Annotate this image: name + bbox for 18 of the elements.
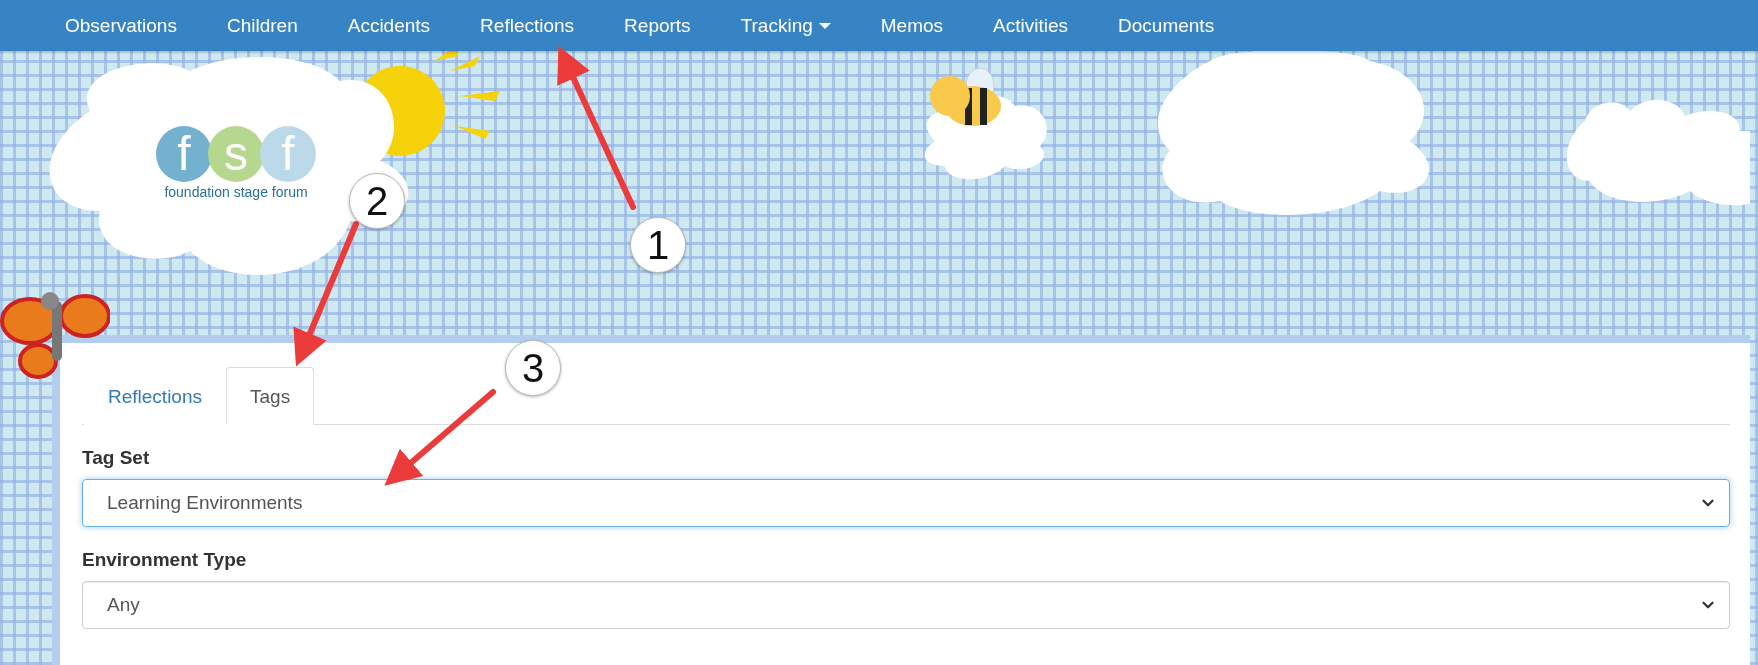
nav-link[interactable]: Accidents [322, 14, 456, 37]
field-label: Tag Set [82, 447, 151, 469]
nav-link[interactable]: Children [201, 14, 323, 37]
select-field[interactable]: Learning Environments [82, 479, 1730, 527]
nav-link[interactable]: Tracking [715, 14, 856, 37]
nav-link[interactable]: Reports [599, 14, 716, 37]
nav-link[interactable]: Reflections [455, 14, 600, 37]
tab[interactable]: Tags [226, 367, 315, 425]
field-label: Environment Type [82, 549, 248, 571]
bee-drawing [930, 67, 1001, 126]
nav-link[interactable]: Observations [40, 14, 202, 37]
callout-number: 1 [630, 217, 686, 273]
nav-link[interactable]: Memos [855, 14, 969, 37]
nav-link[interactable]: Documents [1093, 14, 1240, 37]
select-field[interactable]: Any [82, 581, 1730, 629]
nav-link[interactable]: Activities [968, 14, 1094, 37]
logo-tagline: foundation stage forum [164, 184, 308, 200]
caret-icon [818, 22, 831, 29]
